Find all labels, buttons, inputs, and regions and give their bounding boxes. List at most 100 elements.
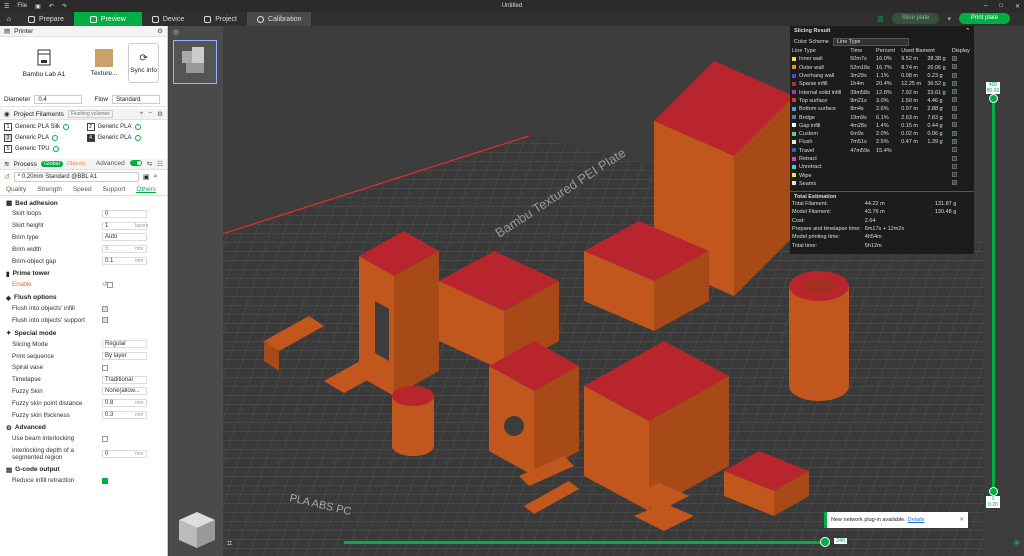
filament-edit-icon[interactable] bbox=[52, 146, 59, 152]
global-toggle[interactable]: Global bbox=[40, 161, 63, 167]
file-menu[interactable]: File bbox=[17, 3, 27, 9]
subtab-speed[interactable]: Speed bbox=[73, 186, 92, 193]
plate-icon[interactable]: ▥ bbox=[877, 15, 884, 23]
plate-thumbnail[interactable] bbox=[173, 40, 217, 84]
spiral-vase-checkbox[interactable] bbox=[102, 364, 108, 371]
filament-item[interactable]: 5 Generic TPU bbox=[4, 145, 81, 153]
collapse-icon[interactable]: ◎ bbox=[173, 28, 179, 36]
filament-item[interactable]: 4 Generic PLA bbox=[86, 134, 164, 142]
filament-edit-icon[interactable] bbox=[134, 135, 141, 141]
option-label: Brim width bbox=[12, 245, 42, 253]
add-filament-icon[interactable]: + bbox=[140, 110, 144, 118]
display-checkbox[interactable] bbox=[951, 130, 957, 136]
save-preset-icon[interactable]: ▣ bbox=[143, 173, 150, 181]
details-link[interactable]: Details bbox=[908, 517, 925, 523]
color-scheme-select[interactable]: Line Type bbox=[832, 37, 909, 46]
tab-prepare[interactable]: Prepare bbox=[18, 12, 74, 26]
tab-preview[interactable]: Preview bbox=[73, 12, 142, 26]
fuzzy-skin-select[interactable]: None(allow... bbox=[102, 387, 147, 396]
close-notification-icon[interactable]: ✕ bbox=[959, 517, 964, 523]
display-checkbox[interactable] bbox=[951, 105, 957, 111]
move-slider-track[interactable] bbox=[344, 541, 824, 544]
subtab-support[interactable]: Support bbox=[103, 186, 126, 193]
layer-top-handle[interactable] bbox=[989, 94, 998, 103]
slicing-mode-select[interactable]: Regular bbox=[102, 340, 147, 349]
skirt-loops-input[interactable]: 0 bbox=[102, 209, 147, 218]
subtab-quality[interactable]: Quality bbox=[6, 186, 26, 193]
sync-info-button[interactable]: ⟳ Sync info bbox=[128, 43, 159, 83]
flushing-volumes-button[interactable]: Flushing volumes bbox=[67, 110, 113, 118]
maximize-icon[interactable]: □ bbox=[999, 3, 1003, 9]
objects-toggle[interactable]: Objects bbox=[67, 161, 86, 167]
redo-icon[interactable]: ↷ bbox=[62, 3, 67, 10]
display-checkbox[interactable] bbox=[951, 97, 957, 103]
option-label: Spiral vase bbox=[12, 364, 44, 372]
flush-infill-checkbox[interactable] bbox=[102, 305, 108, 312]
layer-slider[interactable]: 400 80.00 1 0.20 bbox=[984, 82, 1000, 532]
filament-edit-icon[interactable] bbox=[63, 124, 70, 130]
display-checkbox[interactable] bbox=[951, 80, 957, 86]
menu-icon[interactable]: ☰ bbox=[4, 3, 9, 10]
flush-support-checkbox[interactable] bbox=[102, 317, 108, 324]
display-checkbox[interactable] bbox=[951, 114, 957, 120]
filament-settings-icon[interactable]: ⚙ bbox=[157, 110, 163, 118]
filament-item[interactable]: 1 Generic PLA Silk bbox=[4, 123, 81, 131]
line-type-name: Seams bbox=[799, 180, 817, 187]
move-slider-handle[interactable] bbox=[820, 537, 830, 547]
print-plate-button[interactable]: Print plate bbox=[958, 13, 1010, 24]
printer-settings-icon[interactable]: ⚙ bbox=[157, 27, 163, 35]
minimize-icon[interactable]: – bbox=[984, 3, 987, 9]
display-checkbox[interactable] bbox=[951, 89, 957, 95]
search-icon[interactable]: ⌕ bbox=[154, 173, 158, 181]
move-slider[interactable]: 240 bbox=[344, 536, 848, 548]
display-checkbox[interactable] bbox=[951, 180, 957, 186]
display-checkbox[interactable] bbox=[951, 122, 957, 128]
display-checkbox[interactable] bbox=[951, 55, 957, 61]
tab-project[interactable]: Project bbox=[194, 12, 247, 26]
home-icon[interactable]: ⌂ bbox=[0, 12, 18, 26]
view-cube[interactable] bbox=[175, 508, 219, 552]
remove-filament-icon[interactable]: − bbox=[148, 110, 152, 118]
dropdown-icon[interactable]: ▾ bbox=[947, 15, 951, 23]
reset-icon[interactable]: ↺ bbox=[4, 173, 10, 181]
close-icon[interactable]: ✕ bbox=[1015, 3, 1020, 10]
display-checkbox[interactable] bbox=[951, 163, 957, 169]
filament-item[interactable]: 3 Generic PLA bbox=[4, 134, 81, 142]
process-preset-select[interactable]: * 0.20mm Standard @BBL A1 bbox=[13, 172, 139, 182]
subtab-strength[interactable]: Strength bbox=[37, 186, 62, 193]
layers-icon[interactable]: ◈ bbox=[1013, 537, 1020, 548]
reduce-retraction-checkbox[interactable] bbox=[102, 477, 108, 484]
flow-select[interactable]: Standard bbox=[112, 95, 161, 104]
save-icon[interactable]: ▣ bbox=[35, 3, 41, 10]
filament-item[interactable]: 2 Generic PLA bbox=[86, 123, 164, 131]
display-checkbox[interactable] bbox=[951, 138, 957, 144]
beam-interlocking-checkbox[interactable] bbox=[102, 435, 108, 442]
collapse-panel-icon[interactable]: ⌃ bbox=[965, 28, 970, 34]
subtab-others[interactable]: Others bbox=[136, 186, 156, 193]
undo-icon[interactable]: ↶ bbox=[49, 3, 54, 10]
display-checkbox[interactable] bbox=[951, 64, 957, 70]
diameter-select[interactable]: 0.4 bbox=[34, 95, 83, 104]
printer-card[interactable]: Bambu Lab A1 bbox=[8, 43, 80, 83]
layer-bottom-handle[interactable] bbox=[989, 487, 998, 496]
display-checkbox[interactable] bbox=[951, 147, 957, 153]
brim-type-select[interactable]: Auto bbox=[102, 233, 147, 242]
advanced-toggle[interactable] bbox=[129, 160, 142, 166]
display-checkbox[interactable] bbox=[951, 72, 957, 78]
filament-edit-icon[interactable] bbox=[134, 124, 141, 130]
display-checkbox[interactable] bbox=[951, 155, 957, 161]
3d-preview-viewport[interactable]: Bambu Textured PEI Plate PLA ABS PC ◎ ⌗ … bbox=[169, 26, 1024, 556]
layer-slider-track[interactable] bbox=[992, 96, 995, 492]
fit-view-icon[interactable]: ⌗ bbox=[227, 538, 232, 549]
slice-plate-button[interactable]: Slice plate bbox=[891, 13, 940, 24]
prime-tower-checkbox[interactable] bbox=[107, 281, 114, 288]
tab-device[interactable]: Device bbox=[142, 12, 194, 26]
process-settings-icon[interactable]: ☷ bbox=[157, 160, 163, 168]
compare-icon[interactable]: ⇆ bbox=[147, 160, 152, 168]
tab-calibration[interactable]: Calibration bbox=[247, 12, 312, 26]
print-sequence-select[interactable]: By layer bbox=[102, 352, 147, 361]
display-checkbox[interactable] bbox=[951, 172, 957, 178]
timelapse-select[interactable]: Traditional bbox=[102, 375, 147, 384]
filament-edit-icon[interactable] bbox=[52, 135, 59, 141]
plate-card[interactable]: Texture... bbox=[88, 43, 120, 83]
